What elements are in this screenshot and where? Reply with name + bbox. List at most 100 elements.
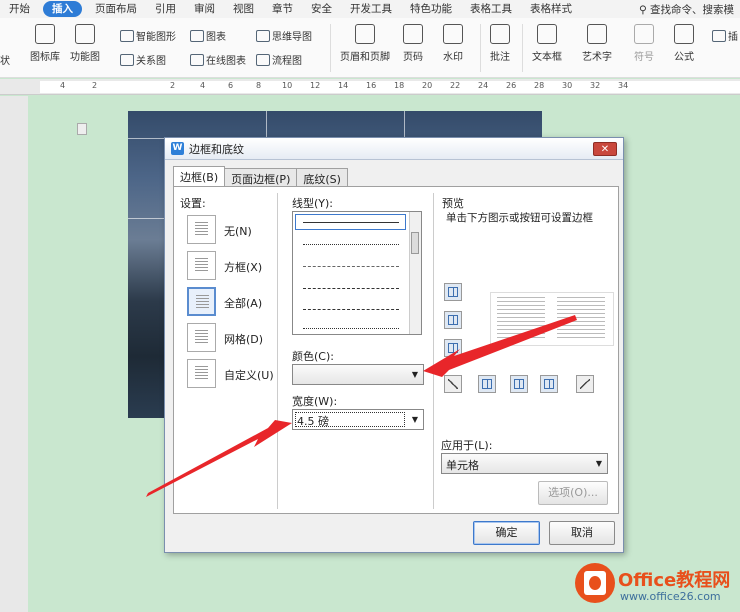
tab-section[interactable]: 章节 bbox=[263, 0, 302, 18]
setting-none-icon[interactable] bbox=[187, 215, 216, 244]
page-number-button[interactable]: 页码 bbox=[403, 24, 423, 63]
tab-page-layout[interactable]: 页面布局 bbox=[86, 0, 146, 18]
linestyle-scrollbar[interactable] bbox=[409, 212, 421, 334]
dialog-titlebar[interactable]: W 边框和底纹 bbox=[165, 138, 623, 160]
horizontal-ruler[interactable]: 4 2 2 4 6 8 10 12 14 16 18 20 22 24 26 2… bbox=[0, 79, 740, 95]
setting-box-label[interactable]: 方框(X) bbox=[224, 259, 262, 275]
tab-home[interactable]: 开始 bbox=[0, 0, 39, 18]
options-button[interactable]: 选项(O)... bbox=[538, 481, 608, 505]
tab-developer[interactable]: 开发工具 bbox=[341, 0, 401, 18]
border-preview[interactable] bbox=[490, 292, 614, 346]
apply-to-dropdown[interactable]: 单元格 ▼ bbox=[441, 453, 608, 474]
relation-chart-icon bbox=[120, 53, 134, 66]
tab-view[interactable]: 视图 bbox=[224, 0, 263, 18]
ruler-label: 28 bbox=[534, 81, 545, 90]
setting-all-label[interactable]: 全部(A) bbox=[224, 295, 262, 311]
line-dashed-fine[interactable] bbox=[303, 266, 399, 267]
ruler-label: 16 bbox=[366, 81, 377, 90]
watermark-button[interactable]: 水印 bbox=[443, 24, 463, 63]
border-left-button[interactable] bbox=[478, 375, 496, 393]
line-dash-dot[interactable] bbox=[303, 309, 399, 310]
setting-grid-icon[interactable] bbox=[187, 323, 216, 352]
command-search[interactable]: ⚲ 查找命令、搜索模 bbox=[639, 2, 740, 17]
column-divider bbox=[433, 193, 434, 509]
line-solid[interactable] bbox=[303, 222, 399, 223]
dialog-tabs: 边框(B) 页面边框(P) 底纹(S) bbox=[173, 166, 348, 187]
line-dash-dot-dot[interactable] bbox=[303, 328, 399, 329]
watermark-url: www.office26.com bbox=[620, 590, 721, 603]
header-footer-button[interactable]: 页眉和页脚 bbox=[340, 24, 390, 63]
ruler-label: 8 bbox=[256, 81, 262, 90]
icon-library-button[interactable]: 图标库 bbox=[30, 24, 60, 63]
setting-custom-label[interactable]: 自定义(U) bbox=[224, 367, 274, 383]
line-dotted[interactable] bbox=[303, 244, 399, 245]
linestyle-label: 线型(Y): bbox=[292, 197, 334, 210]
close-button[interactable]: ✕ bbox=[593, 142, 617, 156]
width-dropdown[interactable]: 4.5 磅 ▼ bbox=[292, 409, 424, 430]
tab-insert[interactable]: 插入 bbox=[43, 1, 82, 17]
dialog-title: 边框和底纹 bbox=[189, 142, 244, 156]
function-chart-icon bbox=[75, 24, 95, 44]
border-right-button[interactable] bbox=[540, 375, 558, 393]
smart-shape-button[interactable]: 智能图形 bbox=[120, 28, 176, 43]
borders-shading-dialog: W 边框和底纹 ✕ 边框(B) 页面边框(P) 底纹(S) 设置: 无(N) 方… bbox=[164, 137, 624, 553]
ruler-label: 6 bbox=[228, 81, 234, 90]
comment-icon bbox=[490, 24, 510, 44]
tab-review[interactable]: 审阅 bbox=[185, 0, 224, 18]
formula-button[interactable]: 公式 bbox=[674, 24, 694, 63]
tab-table-style[interactable]: 表格样式 bbox=[521, 0, 581, 18]
relation-chart-button[interactable]: 关系图 bbox=[120, 52, 166, 67]
tab-references[interactable]: 引用 bbox=[146, 0, 185, 18]
flowchart-button[interactable]: 流程图 bbox=[256, 52, 302, 67]
ruler-label: 22 bbox=[450, 81, 461, 90]
preview-cell bbox=[497, 297, 545, 341]
border-bottom-button[interactable] bbox=[444, 339, 462, 357]
tab-borders[interactable]: 边框(B) bbox=[173, 166, 226, 187]
wordart-button[interactable]: 艺术字 bbox=[582, 24, 612, 63]
chevron-down-icon: ▼ bbox=[411, 370, 419, 379]
setting-custom-icon[interactable] bbox=[187, 359, 216, 388]
tab-table-tools[interactable]: 表格工具 bbox=[461, 0, 521, 18]
ruler-label: 14 bbox=[338, 81, 349, 90]
symbol-button[interactable]: 符号 bbox=[634, 24, 654, 63]
insert-more-button[interactable]: 插 bbox=[712, 28, 738, 43]
mind-map-button[interactable]: 思维导图 bbox=[256, 28, 312, 43]
setting-none-label[interactable]: 无(N) bbox=[224, 223, 252, 239]
diagonal-down-button[interactable] bbox=[444, 375, 462, 393]
online-chart-icon bbox=[190, 53, 204, 66]
header-footer-icon bbox=[355, 24, 375, 44]
chevron-down-icon: ▼ bbox=[595, 459, 603, 468]
function-chart-button[interactable]: 功能图 bbox=[70, 24, 100, 63]
width-label: 宽度(W): bbox=[292, 395, 338, 408]
ok-button[interactable]: 确定 bbox=[473, 521, 540, 545]
line-dashed[interactable] bbox=[303, 288, 399, 289]
setting-grid-label[interactable]: 网格(D) bbox=[224, 331, 263, 347]
setting-all-icon[interactable] bbox=[187, 287, 216, 316]
apply-to-value: 单元格 bbox=[446, 459, 479, 472]
chart-button[interactable]: 图表 bbox=[190, 28, 226, 43]
diagonal-up-button[interactable] bbox=[576, 375, 594, 393]
ruler-label: 4 bbox=[200, 81, 206, 90]
width-value: 4.5 磅 bbox=[297, 415, 329, 428]
page-number-icon bbox=[403, 24, 423, 44]
comment-button[interactable]: 批注 bbox=[490, 24, 510, 63]
icon-library-icon bbox=[35, 24, 55, 44]
setting-box-icon[interactable] bbox=[187, 251, 216, 280]
scroll-thumb[interactable] bbox=[411, 232, 419, 254]
tab-page-border[interactable]: 页面边框(P) bbox=[224, 168, 298, 187]
border-top-button[interactable] bbox=[444, 283, 462, 301]
tab-security[interactable]: 安全 bbox=[302, 0, 341, 18]
tab-shading[interactable]: 底纹(S) bbox=[296, 168, 348, 187]
border-inside-horizontal-button[interactable] bbox=[444, 311, 462, 329]
ruler-label: 2 bbox=[92, 81, 98, 90]
linestyle-list[interactable] bbox=[292, 211, 422, 335]
shape-button[interactable]: 状 bbox=[0, 52, 10, 67]
online-chart-button[interactable]: 在线图表 bbox=[190, 52, 246, 67]
document-icon bbox=[77, 123, 87, 135]
ruler-label: 2 bbox=[170, 81, 176, 90]
cancel-button[interactable]: 取消 bbox=[549, 521, 615, 545]
textbox-button[interactable]: 文本框 bbox=[532, 24, 562, 63]
color-dropdown[interactable]: ▼ bbox=[292, 364, 424, 385]
border-inside-vertical-button[interactable] bbox=[510, 375, 528, 393]
tab-special[interactable]: 特色功能 bbox=[401, 0, 461, 18]
